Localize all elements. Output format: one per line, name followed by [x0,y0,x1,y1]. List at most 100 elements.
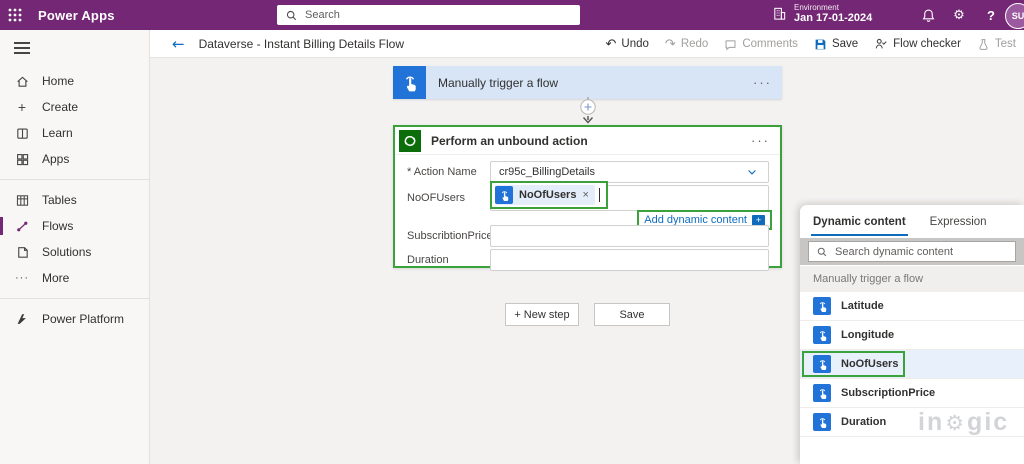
field-row-duration: Duration [395,248,780,272]
subscribtionprice-label: SubscribtionPrice [407,230,493,242]
sidebar-item-apps[interactable]: Apps [0,146,149,172]
more-ellipsis-icon: ··· [15,272,29,284]
noofusers-label: NoOFUsers [407,192,466,204]
action-card-menu-icon[interactable]: ··· [751,133,780,148]
trigger-card-manually-trigger-flow[interactable]: Manually trigger a flow ··· [393,66,782,99]
undo-button[interactable]: ↶ Undo [606,37,649,52]
sidebar-divider [0,298,149,299]
redo-icon: ↷ [664,36,676,52]
panel-search-band: Search dynamic content [800,238,1024,265]
sidebar-item-tables[interactable]: Tables [0,187,149,213]
undo-icon: ↶ [605,36,617,52]
app-title[interactable]: Power Apps [38,8,115,23]
comments-button[interactable]: Comments [724,38,798,51]
dynamic-token-noofusers[interactable]: NoOfUsers × [495,185,595,205]
noofusers-highlight-box [802,351,905,377]
sidebar-item-learn[interactable]: Learn [0,120,149,146]
sidebar-item-create[interactable]: + Create [0,94,149,120]
collapse-sidebar-icon[interactable] [14,42,30,54]
field-row-subscribtionprice: SubscribtionPrice [395,224,780,248]
dataverse-icon [399,129,421,152]
panel-tabs: Dynamic content Expression [800,205,1024,238]
flow-header-bar: ← Dataverse - Instant Billing Details Fl… [150,30,1024,58]
apps-grid-icon [14,151,30,167]
sidebar-divider [0,179,149,180]
flow-toolbar: ↶ Undo ↷ Redo Comments Save Flow checker [606,30,1016,58]
environment-name: Jan 17-01-2024 [794,12,873,25]
power-platform-icon [14,311,30,327]
waffle-menu-icon[interactable] [0,0,30,30]
panel-section-header: Manually trigger a flow [800,266,1024,292]
manual-trigger-touch-icon [393,66,426,99]
action-card-title: Perform an unbound action [431,133,588,148]
action-name-select[interactable]: cr95c_BillingDetails [490,161,769,183]
search-icon [285,9,298,22]
table-icon [14,192,30,208]
solutions-box-icon [14,244,30,260]
save-floppy-icon [814,38,827,51]
back-arrow-icon[interactable]: ← [172,35,185,53]
save-button[interactable]: Save [814,38,858,51]
manual-trigger-touch-icon [813,326,831,344]
duration-label: Duration [407,254,449,266]
sidebar-item-home[interactable]: Home [0,68,149,94]
action-name-label: * Action Name [407,166,477,178]
dynamic-item-longitude[interactable]: Longitude [800,321,1024,350]
trigger-card-title: Manually trigger a flow [438,75,559,90]
test-button[interactable]: Test [977,38,1016,51]
search-icon [816,246,828,258]
manual-trigger-touch-icon [813,413,831,431]
manual-trigger-touch-icon [495,186,513,204]
user-avatar[interactable]: SU [1005,3,1024,29]
arrow-down-icon [582,116,594,124]
plus-icon: + [17,99,27,115]
dynamic-content-panel: Dynamic content Expression Search dynami… [800,205,1024,464]
sidebar-item-flows[interactable]: Flows [0,213,149,239]
sidebar-item-solutions[interactable]: Solutions [0,239,149,265]
settings-gear-icon[interactable]: ⚙ [944,0,974,30]
text-cursor [598,188,600,202]
environment-picker[interactable]: Environment Jan 17-01-2024 [772,3,872,25]
new-step-button[interactable]: + New step [505,303,579,326]
manual-trigger-touch-icon [813,297,831,315]
panel-search-placeholder: Search dynamic content [835,245,954,258]
gear-glyph-in-watermark: ⚙ [945,410,967,435]
flow-title: Dataverse - Instant Billing Details Flow [198,36,404,51]
sidebar-item-more[interactable]: ··· More [0,265,149,291]
sidebar: Home + Create Learn Apps Tables Flows So… [0,30,150,464]
action-card-header[interactable]: Perform an unbound action ··· [395,127,780,155]
dynamic-item-latitude[interactable]: Latitude [800,292,1024,321]
flow-checker-button[interactable]: Flow checker [874,37,961,51]
token-remove-icon[interactable]: × [582,189,588,201]
chevron-down-icon[interactable] [746,166,758,178]
inogic-watermark: in ⚙ gic [918,408,1010,436]
redo-button[interactable]: ↷ Redo [665,37,708,52]
book-icon [14,125,30,141]
topbar: Power Apps Search Environment Jan 17-01-… [0,0,1024,30]
flows-icon [14,218,30,234]
global-search-input[interactable]: Search [277,5,580,25]
dynamic-item-noofusers[interactable]: NoOfUsers [800,350,1024,379]
search-placeholder: Search [305,9,340,21]
dynamic-content-search-input[interactable]: Search dynamic content [808,241,1016,262]
manual-trigger-touch-icon [813,384,831,402]
home-icon [14,73,30,89]
subscribtionprice-input[interactable] [490,225,769,247]
environment-building-icon [774,8,786,21]
dynamic-item-subscriptionprice[interactable]: SubscriptionPrice [800,379,1024,408]
comment-bubble-icon [724,38,737,51]
insert-step-connector [576,97,600,127]
trigger-card-menu-icon[interactable]: ··· [753,75,782,90]
tab-expression[interactable]: Expression [930,216,987,228]
token-highlight-box: NoOfUsers × [490,181,608,209]
test-beaker-icon [977,38,990,51]
action-card-perform-unbound-action[interactable]: Perform an unbound action ··· * Action N… [393,125,782,271]
tab-dynamic-content[interactable]: Dynamic content [811,216,908,236]
help-icon[interactable]: ? [976,0,1006,30]
duration-input[interactable] [490,249,769,271]
sidebar-item-power-platform[interactable]: Power Platform [0,306,149,332]
notifications-bell-icon[interactable] [913,0,943,30]
flow-checker-icon [874,37,888,51]
environment-label: Environment [794,3,839,12]
canvas-save-button[interactable]: Save [594,303,670,326]
